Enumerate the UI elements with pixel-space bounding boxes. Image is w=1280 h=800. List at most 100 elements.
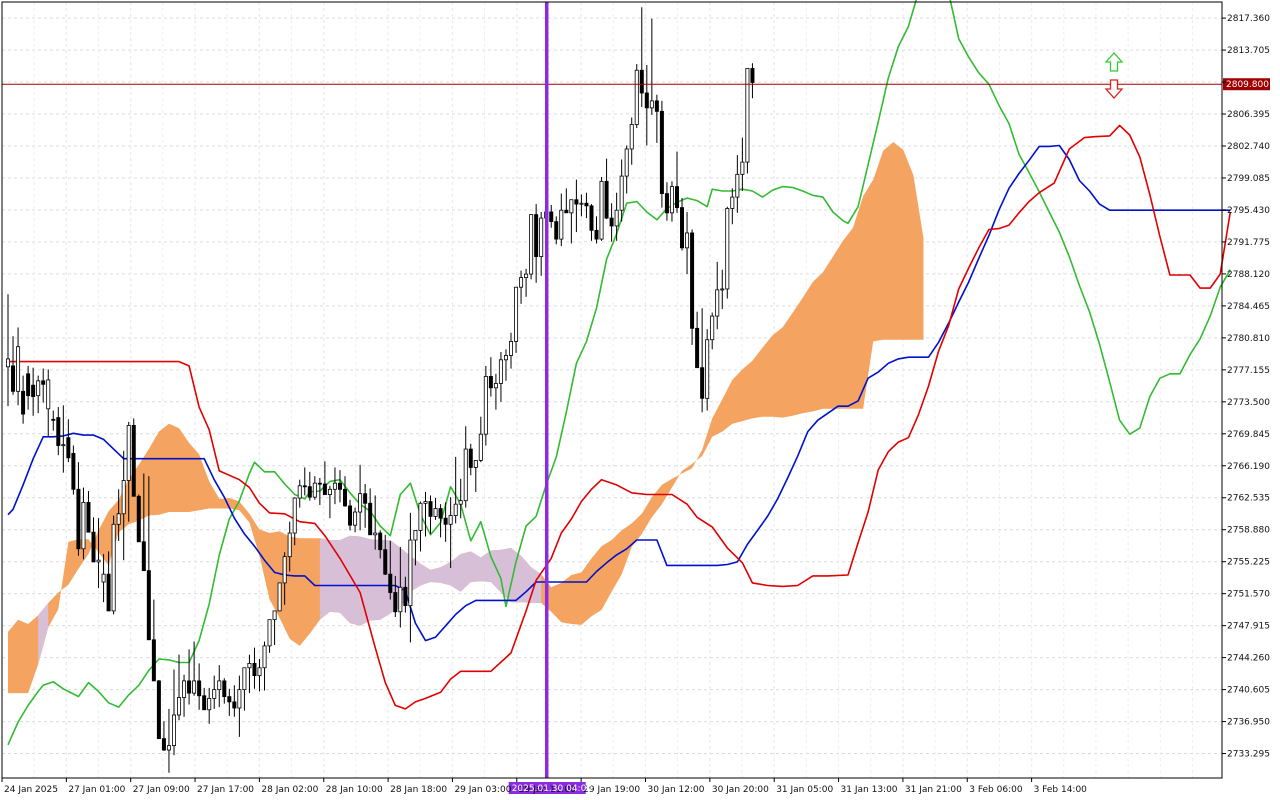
y-tick-label: 2806.395 (1227, 110, 1270, 120)
y-tick-label: 2780.810 (1227, 334, 1270, 344)
candle-body-bear (368, 502, 373, 536)
candle-body-bull (46, 379, 51, 410)
candle-body-bull (312, 482, 317, 498)
candle-body-bear (26, 373, 31, 397)
candle-body-bear (680, 207, 685, 249)
candle-body-bear (750, 68, 755, 83)
candle-body-bear (21, 390, 26, 415)
candle-body-bear (86, 502, 91, 533)
candle-body-bear (388, 573, 393, 593)
candle-body-bull (116, 513, 121, 525)
candle-body-bear (317, 482, 322, 485)
y-tick-label: 2733.295 (1227, 750, 1270, 760)
candle-body-bear (202, 695, 207, 711)
y-tick-label: 2802.740 (1227, 142, 1270, 152)
candle-body-bull (715, 289, 720, 317)
candle-body-bear (11, 365, 16, 392)
candle-body-bear (690, 232, 695, 329)
x-tick-label: 28 Jan 18:00 (390, 785, 447, 795)
y-tick-label: 2784.465 (1227, 302, 1270, 312)
candle-body-bull (483, 376, 488, 435)
candle-body-bull (453, 503, 458, 516)
candle-body-bull (101, 573, 106, 583)
candle-body-bull (207, 697, 212, 711)
candle-body-bear (674, 186, 679, 208)
candle-body-bear (156, 680, 161, 740)
y-tick-label: 2817.360 (1227, 14, 1270, 24)
candle-body-bear (91, 531, 96, 563)
candle-body-bull (599, 180, 604, 240)
y-tick-label: 2758.880 (1227, 526, 1270, 536)
y-tick-label: 2755.225 (1227, 558, 1270, 568)
candle (277, 582, 282, 612)
x-tick-label: 27 Jan 17:00 (197, 785, 254, 795)
candle-body-bull (559, 209, 564, 240)
plot-background (2, 2, 1222, 778)
ichimoku-chart[interactable]: 2817.360 2813.705 2806.395 2802.740 2799.085… (0, 0, 1280, 800)
candle (725, 206, 730, 299)
grid (1, 2, 1222, 778)
candle-body-bull (267, 619, 272, 647)
y-tick-label: 2762.535 (1227, 494, 1270, 504)
x-tick-label: 29 Jan 03:00 (454, 785, 511, 795)
candle-body-bear (146, 570, 151, 641)
candle-body-bull (408, 539, 413, 607)
candle-body-bear (71, 453, 76, 490)
candle-body-bear (56, 417, 61, 446)
candle-body-bear (534, 214, 539, 257)
x-tick-label: 24 Jan 2025 (4, 785, 58, 795)
candle-body-bull (282, 556, 287, 584)
candle-body-bull (262, 645, 267, 669)
candle-body-bear (443, 517, 448, 525)
x-tick-label: 3 Feb 06:00 (969, 785, 1023, 795)
candle-body-bull (332, 482, 337, 490)
candle-body-bear (639, 69, 644, 94)
candle-body-bull (217, 680, 222, 691)
y-tick-label: 2769.845 (1227, 430, 1270, 440)
y-tick-label: 2766.190 (1227, 462, 1270, 472)
candle-body-bull (473, 460, 478, 468)
candle-body-bear (428, 501, 433, 517)
candle-body-bear (136, 495, 141, 543)
candle-body-bull (272, 610, 277, 621)
candle-body-bull (448, 515, 453, 525)
candle-body-bull (524, 273, 529, 278)
y-tick-label: 2813.705 (1227, 46, 1270, 56)
candle-body-bull (373, 532, 378, 536)
candle-body-bear (664, 193, 669, 214)
y-tick-label: 2791.775 (1227, 238, 1270, 248)
x-tick-label: 28 Jan 10:00 (326, 785, 383, 795)
x-tick-label: 30 Jan 12:00 (648, 785, 705, 795)
candle-body-bear (302, 485, 307, 488)
candle-body-bear (594, 229, 599, 240)
candle-body-bull (423, 501, 428, 504)
x-tick-label: 27 Jan 09:00 (133, 785, 190, 795)
x-tick-label: 3 Feb 14:00 (1034, 785, 1088, 795)
x-tick-label: 31 Jan 13:00 (841, 785, 898, 795)
candle-body-bull (166, 745, 171, 751)
candle-body-bear (589, 205, 594, 231)
candle-body-bear (554, 221, 559, 240)
current-price-label: 2809.800 (1226, 80, 1269, 90)
candle-body-bear (232, 701, 237, 709)
candle-body-bear (604, 180, 609, 219)
candle-body-bear (654, 100, 659, 112)
y-tick-label: 2795.430 (1227, 206, 1270, 216)
candle-body-bull (398, 586, 403, 613)
candle-body-bear (41, 380, 46, 385)
candle-body-bull (498, 359, 503, 384)
y-tick-label: 2751.570 (1227, 590, 1270, 600)
candle-body-bull (111, 523, 116, 612)
candle-body-bear (695, 327, 700, 369)
candle-body-bull (287, 532, 292, 558)
candle-body-bull (710, 315, 715, 341)
candle-body-bull (418, 502, 423, 531)
candle-body-bull (619, 175, 624, 211)
candle-body-bear (644, 92, 649, 109)
candle-body-bull (81, 502, 86, 550)
candle-body-bull (177, 697, 182, 716)
candle-body-bull (705, 339, 710, 399)
cursor-time-label: 2025.01.30 04:00 (512, 784, 593, 794)
candle-body-bull (277, 582, 282, 612)
candle-body-bear (197, 680, 202, 697)
